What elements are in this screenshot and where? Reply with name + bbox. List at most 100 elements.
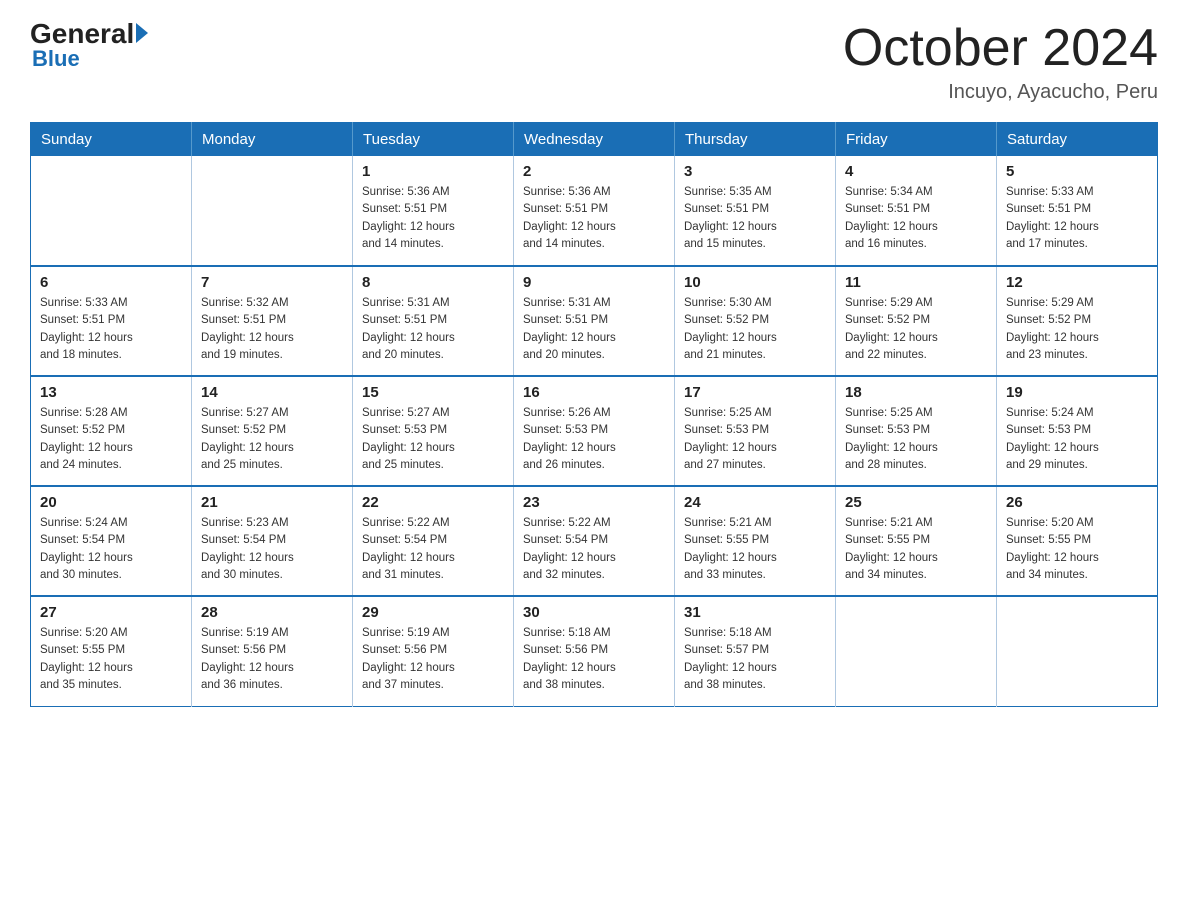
day-cell: 16 Sunrise: 5:26 AM Sunset: 5:53 PM Dayli… [514, 376, 675, 486]
weekday-header-sunday: Sunday [31, 123, 192, 157]
day-info: Sunrise: 5:18 AM Sunset: 5:56 PM Dayligh… [523, 625, 665, 694]
day-number: 26 [1006, 494, 1148, 511]
day-cell: 26 Sunrise: 5:20 AM Sunset: 5:55 PM Dayli… [997, 486, 1158, 596]
day-number: 18 [845, 384, 987, 401]
day-number: 11 [845, 274, 987, 291]
day-cell: 1 Sunrise: 5:36 AM Sunset: 5:51 PM Daylig… [353, 156, 514, 266]
weekday-header-monday: Monday [192, 123, 353, 157]
day-number: 6 [40, 274, 182, 291]
day-number: 28 [201, 604, 343, 621]
day-cell: 9Sunrise: 5:31 AM Sunset: 5:51 PM Daylig… [514, 266, 675, 376]
day-info: Sunrise: 5:22 AM Sunset: 5:54 PM Dayligh… [523, 515, 665, 584]
calendar-subtitle: Incuyo, Ayacucho, Peru [843, 81, 1158, 104]
week-row-4: 20 Sunrise: 5:24 AM Sunset: 5:54 PM Dayli… [31, 486, 1158, 596]
day-info: Sunrise: 5:27 AM Sunset: 5:52 PM Dayligh… [201, 405, 343, 474]
weekday-header-thursday: Thursday [675, 123, 836, 157]
day-info: Sunrise: 5:28 AM Sunset: 5:52 PM Dayligh… [40, 405, 182, 474]
day-info: Sunrise: 5:20 AM Sunset: 5:55 PM Dayligh… [1006, 515, 1148, 584]
day-number: 3 [684, 163, 826, 180]
day-cell: 30 Sunrise: 5:18 AM Sunset: 5:56 PM Dayli… [514, 596, 675, 706]
day-info: Sunrise: 5:36 AM Sunset: 5:51 PM Dayligh… [523, 184, 665, 253]
day-number: 10 [684, 274, 826, 291]
day-number: 25 [845, 494, 987, 511]
day-number: 24 [684, 494, 826, 511]
logo: General [30, 20, 148, 48]
day-cell: 29Sunrise: 5:19 AM Sunset: 5:56 PM Dayli… [353, 596, 514, 706]
day-info: Sunrise: 5:31 AM Sunset: 5:51 PM Dayligh… [362, 295, 504, 364]
day-info: Sunrise: 5:21 AM Sunset: 5:55 PM Dayligh… [684, 515, 826, 584]
day-info: Sunrise: 5:27 AM Sunset: 5:53 PM Dayligh… [362, 405, 504, 474]
day-number: 21 [201, 494, 343, 511]
day-cell: 11 Sunrise: 5:29 AM Sunset: 5:52 PM Dayli… [836, 266, 997, 376]
title-area: October 2024 Incuyo, Ayacucho, Peru [843, 20, 1158, 104]
day-cell: 7 Sunrise: 5:32 AM Sunset: 5:51 PM Daylig… [192, 266, 353, 376]
day-number: 23 [523, 494, 665, 511]
day-cell: 13 Sunrise: 5:28 AM Sunset: 5:52 PM Dayli… [31, 376, 192, 486]
page-header: General Blue October 2024 Incuyo, Ayacuc… [30, 20, 1158, 104]
day-number: 12 [1006, 274, 1148, 291]
day-info: Sunrise: 5:31 AM Sunset: 5:51 PM Dayligh… [523, 295, 665, 364]
day-info: Sunrise: 5:33 AM Sunset: 5:51 PM Dayligh… [40, 295, 182, 364]
weekday-header-saturday: Saturday [997, 123, 1158, 157]
week-row-2: 6 Sunrise: 5:33 AM Sunset: 5:51 PM Daylig… [31, 266, 1158, 376]
day-info: Sunrise: 5:36 AM Sunset: 5:51 PM Dayligh… [362, 184, 504, 253]
day-cell: 15 Sunrise: 5:27 AM Sunset: 5:53 PM Dayli… [353, 376, 514, 486]
day-info: Sunrise: 5:29 AM Sunset: 5:52 PM Dayligh… [1006, 295, 1148, 364]
day-number: 22 [362, 494, 504, 511]
day-cell: 21 Sunrise: 5:23 AM Sunset: 5:54 PM Dayli… [192, 486, 353, 596]
day-info: Sunrise: 5:24 AM Sunset: 5:54 PM Dayligh… [40, 515, 182, 584]
day-info: Sunrise: 5:23 AM Sunset: 5:54 PM Dayligh… [201, 515, 343, 584]
logo-general: General [30, 20, 134, 48]
day-info: Sunrise: 5:30 AM Sunset: 5:52 PM Dayligh… [684, 295, 826, 364]
day-cell: 23 Sunrise: 5:22 AM Sunset: 5:54 PM Dayli… [514, 486, 675, 596]
day-cell: 8 Sunrise: 5:31 AM Sunset: 5:51 PM Daylig… [353, 266, 514, 376]
day-cell: 27Sunrise: 5:20 AM Sunset: 5:55 PM Dayli… [31, 596, 192, 706]
day-info: Sunrise: 5:19 AM Sunset: 5:56 PM Dayligh… [201, 625, 343, 694]
logo-area: General Blue [30, 20, 148, 72]
day-number: 16 [523, 384, 665, 401]
day-cell: 19Sunrise: 5:24 AM Sunset: 5:53 PM Dayli… [997, 376, 1158, 486]
day-cell [31, 156, 192, 266]
weekday-header-friday: Friday [836, 123, 997, 157]
day-cell: 22Sunrise: 5:22 AM Sunset: 5:54 PM Dayli… [353, 486, 514, 596]
day-info: Sunrise: 5:29 AM Sunset: 5:52 PM Dayligh… [845, 295, 987, 364]
day-cell: 18Sunrise: 5:25 AM Sunset: 5:53 PM Dayli… [836, 376, 997, 486]
day-number: 30 [523, 604, 665, 621]
day-info: Sunrise: 5:35 AM Sunset: 5:51 PM Dayligh… [684, 184, 826, 253]
calendar-title: October 2024 [843, 20, 1158, 77]
day-cell: 24 Sunrise: 5:21 AM Sunset: 5:55 PM Dayli… [675, 486, 836, 596]
logo-arrow-icon [136, 23, 148, 43]
day-info: Sunrise: 5:24 AM Sunset: 5:53 PM Dayligh… [1006, 405, 1148, 474]
day-number: 7 [201, 274, 343, 291]
logo-blue-text: Blue [32, 46, 80, 72]
day-number: 2 [523, 163, 665, 180]
day-info: Sunrise: 5:25 AM Sunset: 5:53 PM Dayligh… [684, 405, 826, 474]
day-number: 15 [362, 384, 504, 401]
day-number: 20 [40, 494, 182, 511]
day-number: 13 [40, 384, 182, 401]
day-cell [997, 596, 1158, 706]
day-cell: 17Sunrise: 5:25 AM Sunset: 5:53 PM Dayli… [675, 376, 836, 486]
day-cell: 14Sunrise: 5:27 AM Sunset: 5:52 PM Dayli… [192, 376, 353, 486]
day-cell: 12 Sunrise: 5:29 AM Sunset: 5:52 PM Dayli… [997, 266, 1158, 376]
day-number: 5 [1006, 163, 1148, 180]
day-number: 8 [362, 274, 504, 291]
day-cell: 31Sunrise: 5:18 AM Sunset: 5:57 PM Dayli… [675, 596, 836, 706]
day-cell [836, 596, 997, 706]
day-info: Sunrise: 5:18 AM Sunset: 5:57 PM Dayligh… [684, 625, 826, 694]
day-cell: 6 Sunrise: 5:33 AM Sunset: 5:51 PM Daylig… [31, 266, 192, 376]
week-row-3: 13 Sunrise: 5:28 AM Sunset: 5:52 PM Dayli… [31, 376, 1158, 486]
weekday-header-row: SundayMondayTuesdayWednesdayThursdayFrid… [31, 123, 1158, 157]
day-info: Sunrise: 5:32 AM Sunset: 5:51 PM Dayligh… [201, 295, 343, 364]
day-cell: 5Sunrise: 5:33 AM Sunset: 5:51 PM Daylig… [997, 156, 1158, 266]
weekday-header-tuesday: Tuesday [353, 123, 514, 157]
day-info: Sunrise: 5:20 AM Sunset: 5:55 PM Dayligh… [40, 625, 182, 694]
day-cell: 28 Sunrise: 5:19 AM Sunset: 5:56 PM Dayli… [192, 596, 353, 706]
weekday-header-wednesday: Wednesday [514, 123, 675, 157]
day-cell: 25Sunrise: 5:21 AM Sunset: 5:55 PM Dayli… [836, 486, 997, 596]
calendar-table: SundayMondayTuesdayWednesdayThursdayFrid… [30, 122, 1158, 707]
week-row-1: 1 Sunrise: 5:36 AM Sunset: 5:51 PM Daylig… [31, 156, 1158, 266]
day-number: 29 [362, 604, 504, 621]
day-number: 1 [362, 163, 504, 180]
day-info: Sunrise: 5:26 AM Sunset: 5:53 PM Dayligh… [523, 405, 665, 474]
